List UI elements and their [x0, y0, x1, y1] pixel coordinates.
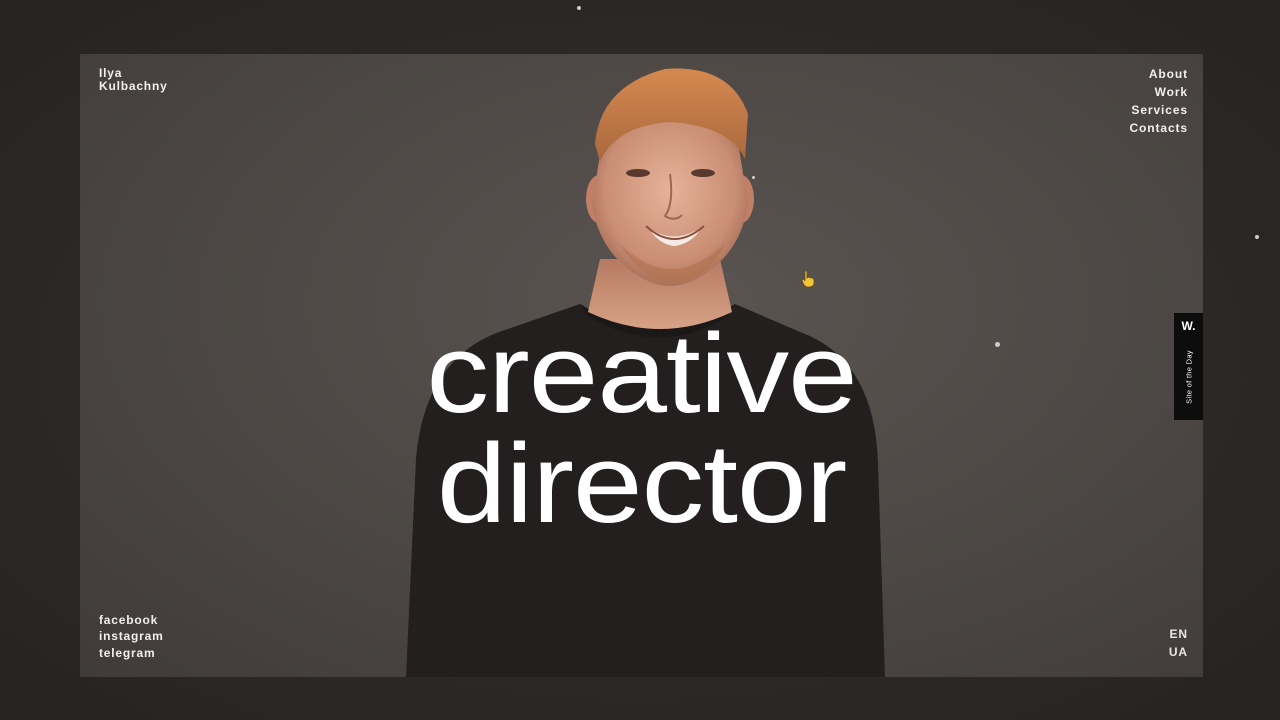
dust-speck [752, 176, 755, 179]
hero-headline: creative director [80, 311, 1203, 546]
awwwards-badge[interactable]: W. Site of the Day [1174, 313, 1203, 420]
telegram-link[interactable]: telegram [99, 645, 164, 662]
main-nav: About Work Services Contacts [1129, 65, 1188, 137]
dust-speck [577, 6, 581, 10]
badge-logo: W. [1181, 319, 1196, 333]
facebook-link[interactable]: facebook [99, 612, 164, 629]
nav-services[interactable]: Services [1129, 101, 1188, 119]
lang-ua[interactable]: UA [1169, 643, 1188, 661]
lang-en[interactable]: EN [1169, 625, 1188, 643]
headline-line-1: creative [426, 311, 857, 436]
nav-about[interactable]: About [1129, 65, 1188, 83]
dust-speck [995, 342, 1000, 347]
hand-pointer-icon [801, 270, 815, 288]
badge-label: Site of the Day [1184, 350, 1194, 404]
social-links: facebook instagram telegram [99, 612, 164, 662]
headline-line-2: director [436, 421, 847, 546]
hero-stage: Ilya Kulbachny About Work Services Conta… [80, 54, 1203, 677]
language-switcher: EN UA [1169, 625, 1188, 661]
name-last: Kulbachny [99, 79, 168, 93]
dust-speck [1255, 235, 1259, 239]
instagram-link[interactable]: instagram [99, 628, 164, 645]
nav-work[interactable]: Work [1129, 83, 1188, 101]
nav-contacts[interactable]: Contacts [1129, 119, 1188, 137]
site-owner-name[interactable]: Ilya Kulbachny [99, 67, 168, 93]
